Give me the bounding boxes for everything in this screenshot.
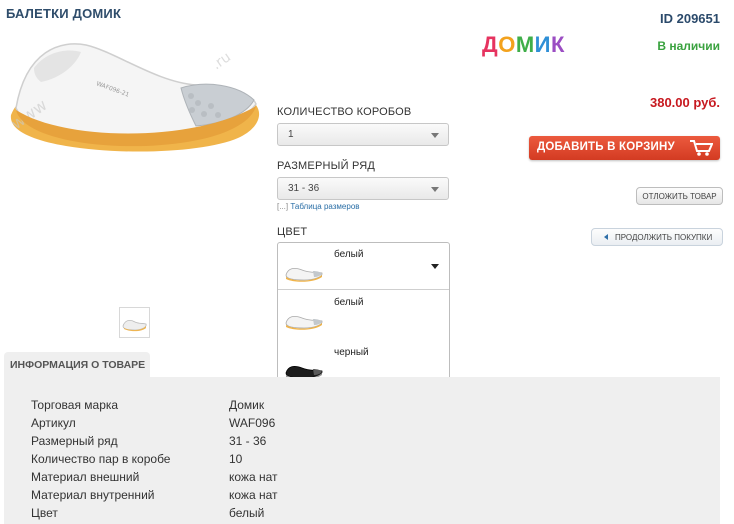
info-key: Артикул [31, 416, 76, 430]
white-shoe-icon [285, 316, 323, 330]
info-value: Домик [229, 398, 265, 412]
info-key: Размерный ряд [31, 434, 118, 448]
triangle-left-icon [604, 234, 608, 240]
info-key: Материал внутренний [31, 488, 155, 502]
boxes-value: 1 [288, 129, 294, 140]
color-option-label: белый [334, 297, 364, 308]
info-key: Торговая марка [31, 398, 119, 412]
product-thumbnail[interactable] [119, 307, 150, 338]
continue-shopping-label: ПРОДОЛЖИТЬ ПОКУПКИ [615, 233, 713, 242]
color-label: ЦВЕТ [277, 226, 308, 238]
continue-shopping-button[interactable]: ПРОДОЛЖИТЬ ПОКУПКИ [591, 228, 723, 246]
product-title: БАЛЕТКИ ДОМИК [6, 6, 122, 21]
table-row: Торговая марка Домик [31, 398, 278, 416]
size-select[interactable]: 31 - 36 [277, 177, 449, 200]
chevron-down-icon [431, 133, 439, 138]
color-option-white[interactable]: белый [278, 291, 449, 341]
info-value: 10 [229, 452, 243, 466]
color-dropdown[interactable]: белый белый черный [277, 242, 450, 391]
color-selected[interactable]: белый [278, 243, 449, 290]
info-value: WAF096 [229, 416, 276, 430]
info-value: 31 - 36 [229, 434, 267, 448]
add-to-cart-label: ДОБАВИТЬ В КОРЗИНУ [537, 141, 675, 153]
tab-product-info[interactable]: ИНФОРМАЦИЯ О ТОВАРЕ [4, 352, 150, 377]
size-value: 31 - 36 [288, 183, 320, 194]
availability-status: В наличии [657, 39, 720, 53]
brand-logo: ДОМИК [482, 32, 565, 57]
table-row: Артикул WAF096 [31, 416, 278, 434]
chevron-down-icon [431, 187, 439, 192]
info-key: Количество пар в коробе [31, 452, 171, 466]
product-price: 380.00 руб. [649, 95, 720, 110]
product-info-table: Торговая марка Домик Артикул WAF096 Разм… [31, 398, 278, 524]
svg-text:.ru: .ru [209, 49, 234, 73]
defer-product-button[interactable]: ОТЛОЖИТЬ ТОВАР [636, 187, 723, 205]
info-value: белый [229, 506, 265, 520]
shoe-thumbnail-icon [122, 319, 147, 332]
shopping-cart-icon [690, 140, 713, 156]
table-row: Цвет белый [31, 506, 278, 524]
info-key: Материал внешний [31, 470, 140, 484]
size-table-link[interactable]: [...] Таблица размеров [277, 202, 360, 211]
boxes-label: КОЛИЧЕСТВО КОРОБОВ [277, 106, 412, 118]
info-value: кожа нат [229, 470, 278, 484]
info-value: кожа нат [229, 488, 278, 502]
add-to-cart-button[interactable]: ДОБАВИТЬ В КОРЗИНУ [529, 136, 720, 160]
size-label: РАЗМЕРНЫЙ РЯД [277, 160, 376, 172]
white-shoe-icon [285, 268, 323, 282]
color-selected-name: белый [334, 249, 364, 260]
info-key: Цвет [31, 506, 58, 520]
table-row: Количество пар в коробе 10 [31, 452, 278, 470]
color-option-label: черный [334, 347, 369, 358]
table-row: Размерный ряд 31 - 36 [31, 434, 278, 452]
table-row: Материал внутренний кожа нат [31, 488, 278, 506]
chevron-down-icon [431, 264, 439, 269]
table-row: Материал внешний кожа нат [31, 470, 278, 488]
product-image[interactable]: WAF096-21 www .ru [6, 30, 268, 160]
boxes-select[interactable]: 1 [277, 123, 449, 146]
product-id: ID 209651 [660, 11, 720, 26]
